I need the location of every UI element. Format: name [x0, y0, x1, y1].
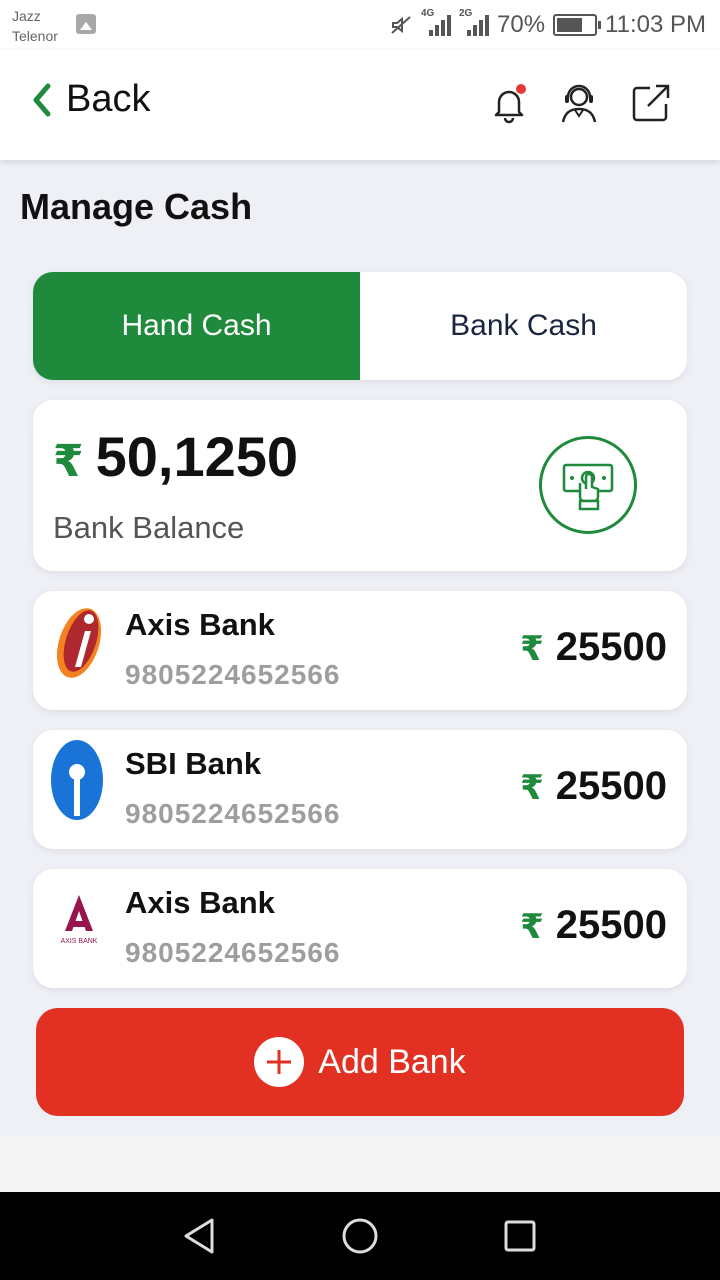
icici-logo	[56, 608, 102, 678]
bank-card-2[interactable]: SBI Bank 9805224652566 ₹25500	[33, 730, 687, 849]
home-circle-icon[interactable]	[340, 1216, 380, 1256]
status-indicators: 4G 2G 70% 11:03 PM	[389, 8, 706, 42]
clock: 11:03 PM	[605, 11, 706, 38]
bank-amount: 25500	[555, 903, 667, 947]
axis-logo-text: AXIS BANK	[61, 938, 98, 945]
cash-type-tabs: Hand Cash Bank Cash	[33, 272, 687, 380]
balance-card: ₹50,1250 Bank Balance	[33, 400, 687, 571]
carrier-name-1: Jazz	[12, 8, 41, 24]
bottom-spacer	[0, 1136, 720, 1192]
signal-icon-sim2: 2G	[459, 8, 489, 36]
notifications-button[interactable]	[486, 80, 532, 126]
bank-amount-row: ₹25500	[520, 764, 667, 809]
carrier-name-2: Telenor	[12, 28, 58, 44]
plus-icon	[254, 1037, 305, 1087]
carrier-info: Jazz Telenor	[12, 6, 58, 46]
tab-hand-cash[interactable]: Hand Cash	[33, 272, 360, 380]
page-title: Manage Cash	[20, 186, 253, 227]
sim2-network-label: 2G	[459, 8, 473, 19]
mute-icon	[391, 16, 411, 34]
rupee-icon: ₹	[520, 769, 544, 807]
plus-glyph	[267, 1050, 292, 1074]
balance-amount-row: ₹50,1250	[53, 424, 298, 489]
rupee-icon: ₹	[520, 630, 544, 668]
bank-card-1[interactable]: Axis Bank 9805224652566 ₹25500	[33, 591, 687, 710]
bank-amount-row: ₹25500	[520, 903, 667, 948]
external-link-icon	[632, 84, 670, 122]
notification-dot	[516, 84, 526, 94]
bank-account-number: 9805224652566	[125, 659, 341, 690]
sbi-logo	[51, 740, 103, 820]
balance-label: Bank Balance	[53, 510, 245, 545]
gallery-icon	[76, 14, 96, 34]
bank-amount-row: ₹25500	[520, 625, 667, 670]
bank-account-number: 9805224652566	[125, 937, 341, 968]
bank-name: Axis Bank	[125, 885, 275, 920]
battery-icon	[553, 14, 602, 36]
support-button[interactable]	[556, 80, 602, 126]
cash-hand-graphic	[562, 463, 614, 511]
back-label: Back	[66, 78, 151, 120]
back-triangle-icon[interactable]	[180, 1216, 220, 1256]
battery-percent: 70%	[497, 11, 546, 38]
cash-hand-icon	[539, 436, 637, 534]
axis-logo: AXIS BANK	[61, 895, 98, 945]
bank-amount: 25500	[555, 764, 667, 808]
tab-bank-cash[interactable]: Bank Cash	[360, 272, 687, 380]
signal-icon-sim1: 4G	[421, 8, 451, 36]
rupee-icon: ₹	[520, 908, 544, 946]
bank-card-3[interactable]: AXIS BANK Axis Bank 9805224652566 ₹25500	[33, 869, 687, 988]
add-bank-label: Add Bank	[318, 1042, 466, 1081]
support-agent-icon	[561, 84, 597, 123]
add-bank-button[interactable]: Add Bank	[36, 1008, 684, 1116]
chevron-left-icon	[33, 83, 51, 116]
balance-amount: 50,1250	[95, 425, 299, 488]
system-nav-bar	[0, 1192, 720, 1280]
status-bar: Jazz Telenor 4G 2G 70% 11:03 PM	[0, 0, 720, 50]
bank-name: Axis Bank	[125, 607, 275, 642]
rupee-icon: ₹	[53, 437, 84, 486]
back-button[interactable]: Back	[28, 78, 150, 121]
share-button[interactable]	[628, 80, 674, 126]
bank-amount: 25500	[555, 625, 667, 669]
recents-square-icon[interactable]	[500, 1216, 540, 1256]
app-header: Back	[0, 50, 720, 160]
sim1-network-label: 4G	[421, 8, 435, 19]
bank-name: SBI Bank	[125, 746, 262, 781]
battery-fill	[557, 18, 583, 32]
bank-account-number: 9805224652566	[125, 798, 341, 829]
